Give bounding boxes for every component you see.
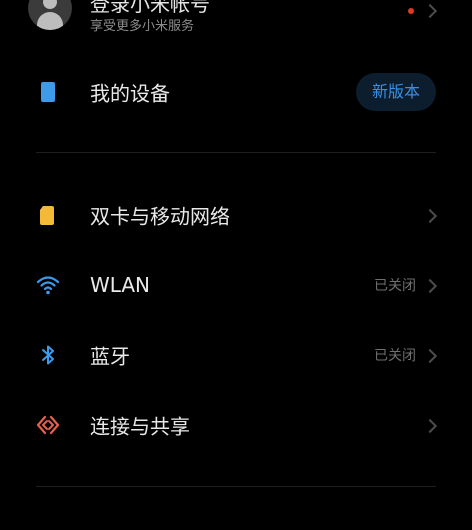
sim-network-label: 双卡与移动网络 <box>90 204 230 229</box>
device-icon <box>41 82 55 102</box>
new-version-badge[interactable]: 新版本 <box>355 73 436 111</box>
my-device-row[interactable]: 我的设备 新版本 <box>0 62 472 122</box>
wlan-row[interactable]: WLAN 已关闭 <box>0 255 472 315</box>
account-row[interactable]: 登录小米帐号 享受更多小米服务 <box>0 0 472 44</box>
sim-card-icon <box>40 206 54 225</box>
chevron-right-icon <box>422 278 438 294</box>
divider <box>36 486 436 487</box>
wlan-label: WLAN <box>90 273 151 297</box>
chevron-right-icon <box>422 418 438 434</box>
sim-network-row[interactable]: 双卡与移动网络 <box>0 185 472 245</box>
notification-dot <box>408 8 414 14</box>
bluetooth-status: 已关闭 <box>374 348 416 364</box>
settings-page: 登录小米帐号 享受更多小米服务 我的设备 新版本 双卡与移动网络 WLAN 已关… <box>0 0 472 530</box>
connection-share-label: 连接与共享 <box>90 414 190 439</box>
chevron-right-icon <box>422 208 438 224</box>
connection-share-row[interactable]: 连接与共享 <box>0 395 472 455</box>
wlan-status: 已关闭 <box>374 278 416 294</box>
my-device-label: 我的设备 <box>90 81 170 106</box>
chevron-right-icon <box>422 3 438 19</box>
bluetooth-icon <box>42 345 54 365</box>
wifi-icon <box>36 276 60 295</box>
divider <box>36 152 436 153</box>
bluetooth-row[interactable]: 蓝牙 已关闭 <box>0 325 472 385</box>
bluetooth-label: 蓝牙 <box>90 344 130 369</box>
connection-share-icon <box>36 415 60 435</box>
chevron-right-icon <box>422 348 438 364</box>
avatar <box>28 0 72 30</box>
account-subtitle: 享受更多小米服务 <box>90 19 195 34</box>
